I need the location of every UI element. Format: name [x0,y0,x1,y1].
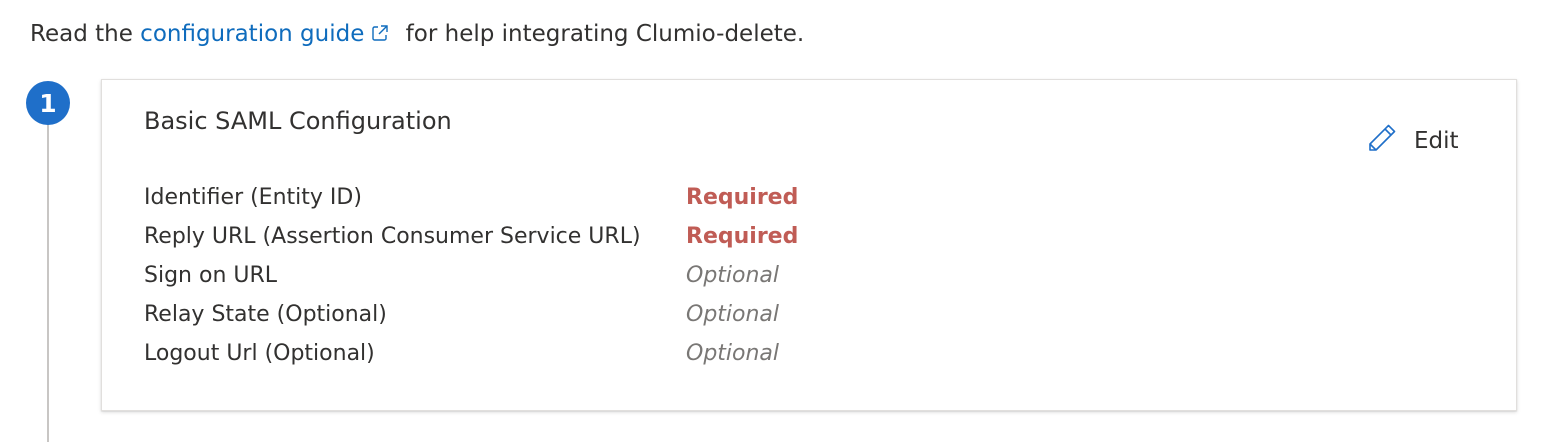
field-label: Logout Url (Optional) [144,341,375,366]
edit-button[interactable]: Edit [1364,120,1459,162]
pencil-icon [1364,120,1400,162]
basic-saml-configuration-card: Basic SAML Configuration Edit Identifier… [101,79,1517,411]
status-optional: Optional [686,263,780,288]
field-label: Reply URL (Assertion Consumer Service UR… [144,224,641,249]
field-label: Identifier (Entity ID) [144,185,362,210]
list-item: Sign on URL Optional [144,256,798,295]
status-optional: Optional [686,341,780,366]
card-title: Basic SAML Configuration [144,107,452,135]
list-item: Identifier (Entity ID) Required [144,178,798,217]
saml-fields-list: Identifier (Entity ID) Required Reply UR… [144,178,798,373]
intro-text: Read the configuration guide for help in… [30,18,804,52]
status-required: Required [686,224,799,249]
status-optional: Optional [686,302,780,327]
list-item: Relay State (Optional) Optional [144,295,798,334]
list-item: Logout Url (Optional) Optional [144,334,798,373]
field-label: Relay State (Optional) [144,302,387,327]
step-timeline-line [47,122,49,442]
list-item: Reply URL (Assertion Consumer Service UR… [144,217,798,256]
intro-prefix: Read the [30,21,141,47]
edit-label: Edit [1414,128,1459,154]
external-link-icon[interactable] [370,20,390,52]
field-label: Sign on URL [144,263,278,288]
status-required: Required [686,185,799,210]
intro-suffix: for help integrating Clumio-delete. [398,21,805,47]
configuration-guide-link[interactable]: configuration guide [140,21,364,47]
step-number-badge: 1 [26,81,70,125]
